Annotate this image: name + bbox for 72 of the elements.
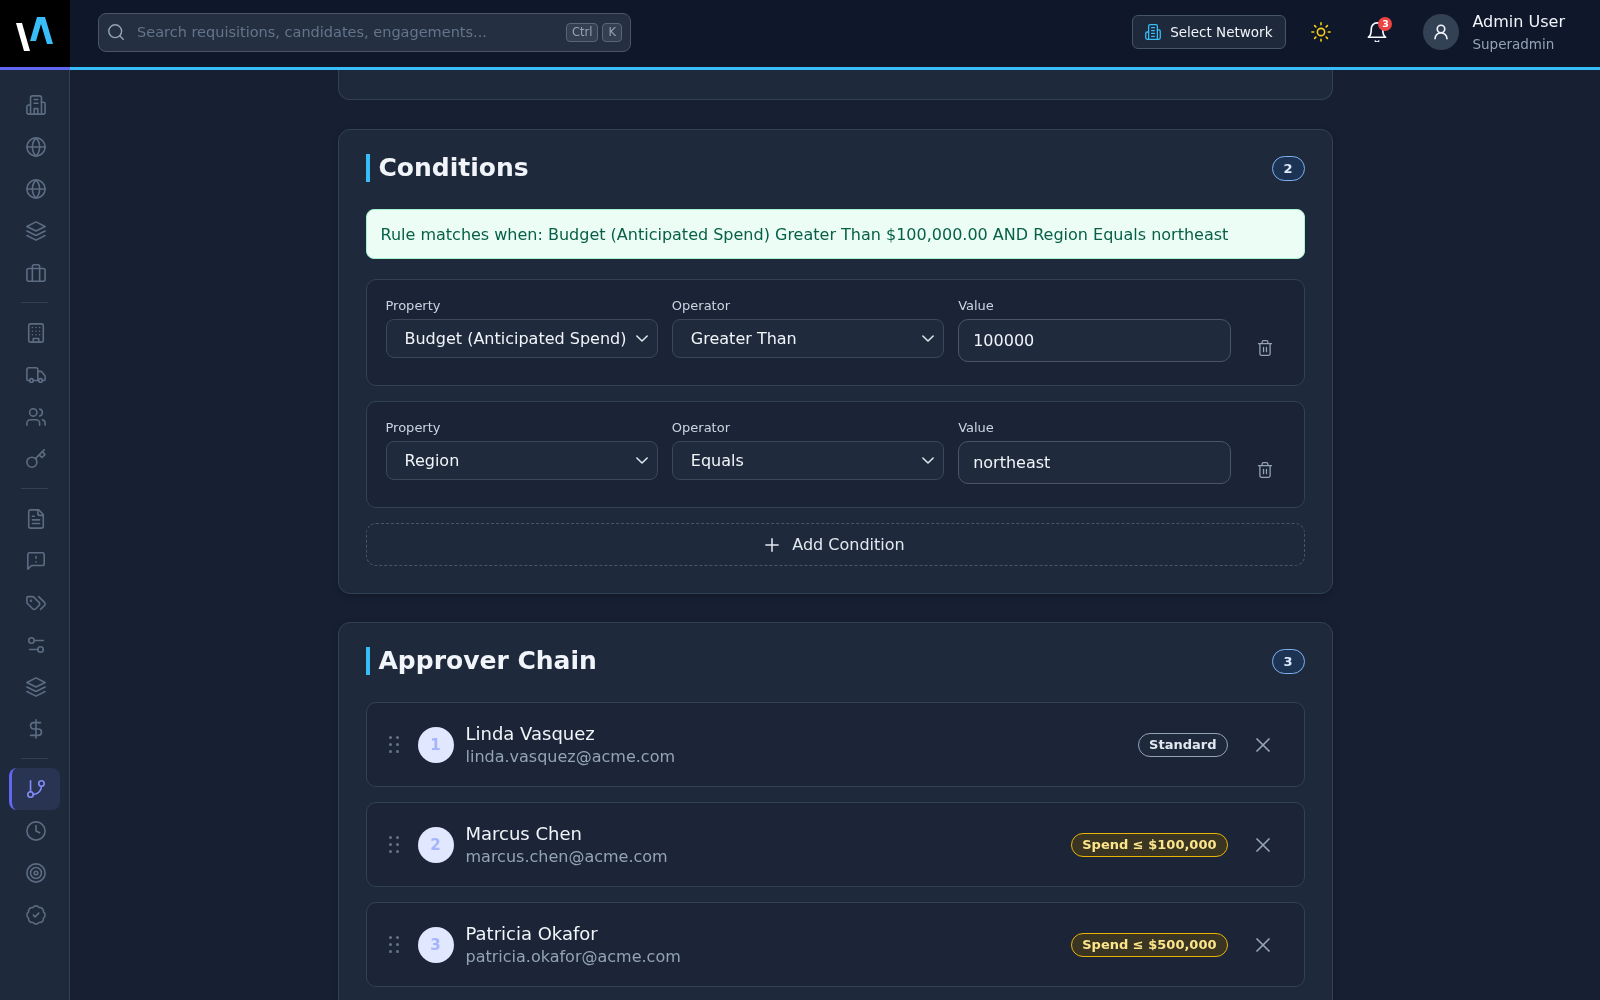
close-icon (1255, 937, 1270, 952)
approver-name: Marcus Chen (465, 821, 583, 846)
globe-icon (26, 179, 46, 199)
branch-icon (26, 779, 46, 799)
sliders-icon (26, 635, 46, 655)
approver-email: patricia.okafor@acme.com (465, 945, 681, 968)
users-icon (26, 407, 46, 427)
clock-icon (26, 821, 46, 841)
briefcase-icon (26, 263, 46, 283)
approver-email: linda.vasquez@acme.com (465, 745, 675, 768)
plus-icon (765, 537, 780, 552)
sun-icon (1311, 22, 1332, 42)
section-title: Approver Chain (365, 647, 597, 675)
search-icon (108, 23, 124, 40)
approver-name: Linda Vasquez (465, 721, 596, 746)
globe-icon (26, 137, 46, 157)
building-icon (1145, 24, 1162, 40)
layers-icon (26, 677, 46, 697)
approval-limit-badge: Spend ≤ $100,000 (1071, 832, 1228, 857)
step-number: 2 (417, 826, 454, 863)
property-select[interactable]: Budget (Anticipated Spend) (385, 319, 658, 358)
chevron-down-icon (922, 335, 935, 342)
user-role: Superadmin (1472, 34, 1556, 53)
drag-handle-icon[interactable] (388, 736, 399, 753)
field-label: Property (385, 419, 442, 436)
field-label: Value (958, 419, 995, 436)
trash-icon (1256, 462, 1273, 478)
layers-icon (26, 221, 46, 241)
truck-icon (26, 365, 46, 385)
value-input[interactable]: 100000 (958, 319, 1231, 362)
count-badge: 2 (1271, 155, 1305, 181)
property-select[interactable]: Region (385, 441, 658, 480)
chevron-down-icon (922, 457, 935, 464)
document-icon (26, 509, 46, 529)
badge-check-icon (26, 905, 46, 925)
approver-email: marcus.chen@acme.com (465, 845, 668, 868)
chevron-down-icon (635, 335, 648, 342)
drag-handle-icon[interactable] (388, 936, 399, 953)
field-label: Operator (671, 297, 732, 314)
rule-summary: Rule matches when: Budget (Anticipated Spend) Greater Than $100,000.00 AND Region Equals northeast (365, 209, 1305, 259)
user-avatar-icon[interactable] (1423, 14, 1460, 50)
close-icon (1255, 837, 1270, 852)
count-badge: 3 (1271, 648, 1305, 674)
building-icon (26, 95, 46, 115)
key-icon (26, 449, 46, 469)
approval-limit-badge: Standard (1138, 732, 1228, 757)
building-icon (26, 323, 46, 343)
step-number: 3 (417, 926, 454, 963)
trash-icon (1256, 340, 1273, 356)
close-icon (1255, 737, 1270, 752)
notifications-button[interactable]: 3 (1361, 16, 1394, 48)
section-title: Conditions (365, 154, 529, 182)
bell-icon (1367, 22, 1388, 42)
message-alert-icon (26, 551, 46, 571)
target-icon (26, 863, 46, 883)
chevron-down-icon (635, 457, 648, 464)
field-label: Property (385, 297, 442, 314)
select-network-button[interactable]: Select Network (1132, 15, 1287, 49)
tag-icon (26, 593, 46, 613)
sidebar-item[interactable] (9, 768, 60, 810)
value-input[interactable]: northeast (958, 441, 1231, 484)
field-label: Operator (671, 419, 732, 436)
operator-select[interactable]: Greater Than (671, 319, 945, 358)
operator-select[interactable]: Equals (671, 441, 945, 480)
add-condition-button[interactable]: Add Condition (365, 523, 1305, 566)
user-name: Admin User (1472, 11, 1565, 32)
approver-name: Patricia Okafor (465, 921, 599, 946)
approval-limit-badge: Spend ≤ $500,000 (1071, 932, 1228, 957)
field-label: Value (958, 297, 995, 314)
notification-badge: 3 (1378, 17, 1393, 31)
drag-handle-icon[interactable] (388, 836, 399, 853)
step-number: 1 (417, 726, 454, 763)
